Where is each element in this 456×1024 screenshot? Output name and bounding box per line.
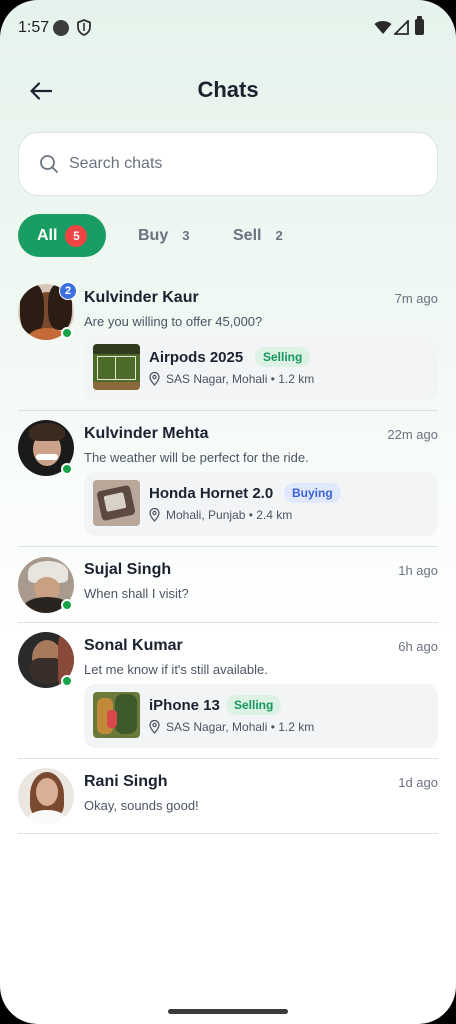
page-title: Chats xyxy=(197,77,259,102)
search-bar[interactable] xyxy=(18,132,438,196)
chat-message: Okay, sounds good! xyxy=(84,798,199,813)
chat-time: 1h ago xyxy=(398,563,438,578)
chat-item[interactable]: Sonal Kumar 6h ago Let me know if it's s… xyxy=(18,632,438,759)
listing-title: Airpods 2025 xyxy=(149,349,244,366)
filter-count-badge: 5 xyxy=(65,224,88,247)
listing-title: iPhone 13 xyxy=(149,697,220,714)
avatar xyxy=(18,768,74,824)
wifi-icon xyxy=(374,21,392,34)
battery-icon xyxy=(415,16,424,35)
chat-name: Sonal Kumar xyxy=(84,637,183,654)
chat-name: Kulvinder Mehta xyxy=(84,425,209,442)
location-pin-icon xyxy=(149,720,160,734)
location-pin-icon xyxy=(149,508,160,522)
chat-item[interactable]: Sujal Singh 1h ago When shall I visit? xyxy=(18,556,438,623)
chat-time: 1d ago xyxy=(398,775,438,790)
listing-status-badge: Selling xyxy=(226,695,282,715)
online-status-dot xyxy=(61,327,73,339)
listing-location: SAS Nagar, Mohali • 1.2 km xyxy=(149,372,314,386)
chat-name: Kulvinder Kaur xyxy=(84,289,199,306)
listing-card[interactable]: Airpods 2025 Selling SAS Nagar, Mohali •… xyxy=(84,336,438,400)
listing-thumbnail xyxy=(93,480,140,526)
filter-label: Buy xyxy=(138,226,169,244)
search-input[interactable] xyxy=(69,155,399,173)
listing-status-badge: Selling xyxy=(255,347,311,367)
chat-time: 6h ago xyxy=(398,639,438,654)
notification-dot-icon xyxy=(53,20,69,36)
listing-status-badge: Buying xyxy=(284,483,341,503)
listing-thumbnail xyxy=(93,692,140,738)
filter-count: 2 xyxy=(275,228,283,243)
location-pin-icon xyxy=(149,372,160,386)
filter-label: Sell xyxy=(233,226,262,244)
chat-item[interactable]: Rani Singh 1d ago Okay, sounds good! xyxy=(18,768,438,834)
chat-name: Sujal Singh xyxy=(84,561,172,578)
chat-time: 7m ago xyxy=(394,291,438,306)
chat-message: Are you willing to offer 45,000? xyxy=(84,314,263,329)
listing-card[interactable]: iPhone 13 Selling SAS Nagar, Mohali • 1.… xyxy=(84,684,438,748)
listing-location-text: SAS Nagar, Mohali • 1.2 km xyxy=(166,372,315,386)
listing-title: Honda Hornet 2.0 xyxy=(149,485,274,502)
filter-sell[interactable]: Sell 2 xyxy=(233,214,283,257)
chat-time: 22m ago xyxy=(387,427,438,442)
listing-location-text: Mohali, Punjab • 2.4 km xyxy=(166,508,293,522)
filter-buy[interactable]: Buy 3 xyxy=(138,214,189,257)
filter-all[interactable]: All 5 xyxy=(18,214,106,257)
search-icon xyxy=(40,155,58,173)
shield-icon xyxy=(77,19,91,36)
chat-message: When shall I visit? xyxy=(84,586,189,601)
listing-card[interactable]: Honda Hornet 2.0 Buying Mohali, Punjab •… xyxy=(84,472,438,536)
listing-thumbnail xyxy=(93,344,140,390)
chat-name: Rani Singh xyxy=(84,773,168,790)
unread-count-badge: 2 xyxy=(59,282,77,300)
online-status-dot xyxy=(61,675,73,687)
home-indicator[interactable] xyxy=(168,1009,288,1014)
filter-label: All xyxy=(37,226,58,244)
chat-item[interactable]: Kulvinder Mehta 22m ago The weather will… xyxy=(18,420,438,547)
online-status-dot xyxy=(61,463,73,475)
chat-message: Let me know if it's still available. xyxy=(84,662,268,677)
chat-message: The weather will be perfect for the ride… xyxy=(84,450,309,465)
filter-tabs: All 5 Buy 3 Sell 2 xyxy=(18,214,438,258)
status-time: 1:57 xyxy=(18,19,50,36)
listing-location: Mohali, Punjab • 2.4 km xyxy=(149,508,292,522)
status-bar: 1:57 xyxy=(0,0,456,56)
chat-item[interactable]: 2 Kulvinder Kaur 7m ago Are you willing … xyxy=(18,282,438,411)
listing-location: SAS Nagar, Mohali • 1.2 km xyxy=(149,720,314,734)
filter-count: 3 xyxy=(182,228,190,243)
listing-location-text: SAS Nagar, Mohali • 1.2 km xyxy=(166,720,315,734)
phone-screen: 1:57 Chats All 5 Buy xyxy=(0,0,456,1024)
cellular-icon xyxy=(394,20,409,35)
online-status-dot xyxy=(61,599,73,611)
